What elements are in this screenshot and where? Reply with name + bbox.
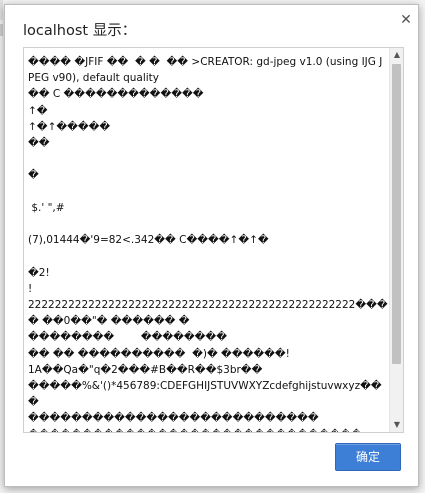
ok-button[interactable]: 确定 (335, 443, 401, 471)
message-area[interactable]: ���� �JFIF �� � � �� >CREATOR: gd-jpeg v… (23, 47, 404, 433)
scroll-down-arrow-icon[interactable]: ▼ (390, 418, 403, 432)
message-text: ���� �JFIF �� � � �� >CREATOR: gd-jpeg v… (28, 56, 388, 432)
scrollbar-thumb[interactable] (392, 64, 401, 364)
scroll-up-arrow-icon[interactable]: ▲ (390, 48, 403, 62)
message-scrollbar[interactable]: ▲ ▼ (389, 48, 403, 432)
background-page-edge (0, 0, 3, 20)
close-icon[interactable]: ✕ (397, 11, 415, 29)
dialog-title: localhost 显示： (23, 23, 137, 39)
background-page-edge-2 (0, 24, 3, 36)
alert-dialog: localhost 显示： ✕ ���� �JFIF �� � � �� >CR… (4, 4, 419, 487)
